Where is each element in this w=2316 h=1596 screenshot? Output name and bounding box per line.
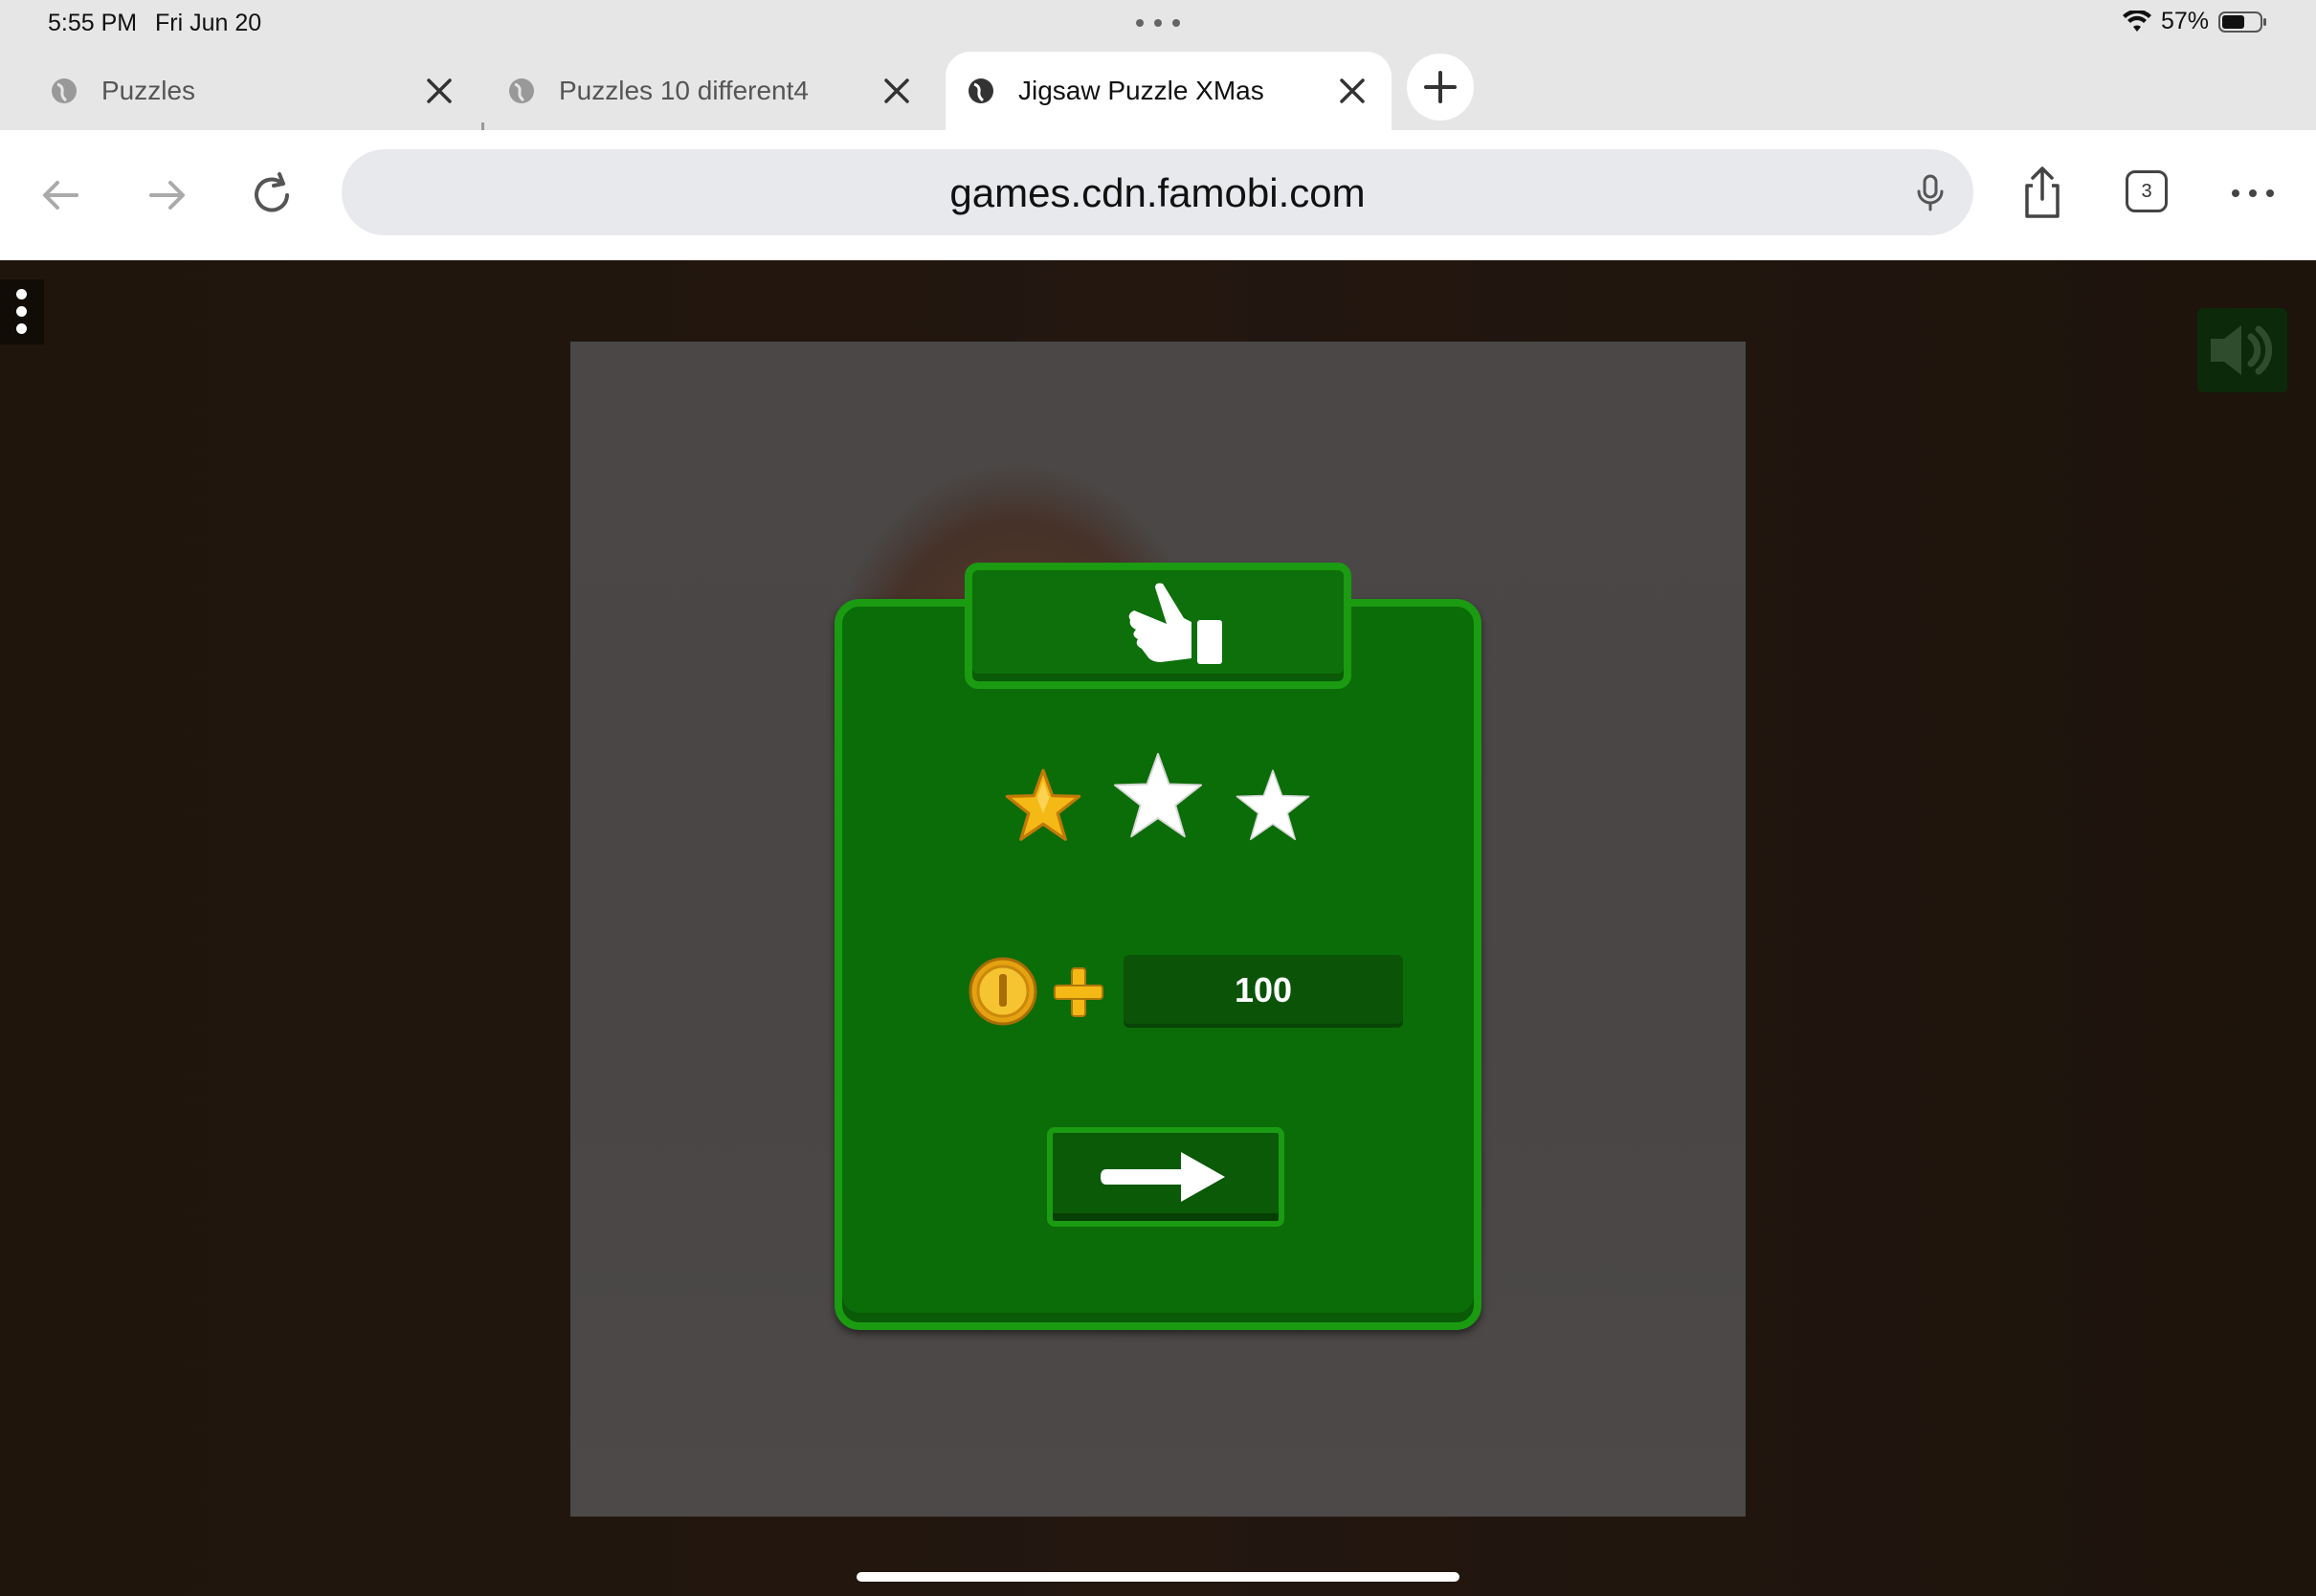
close-tab-icon[interactable] bbox=[419, 71, 459, 111]
battery-icon bbox=[2218, 11, 2266, 33]
url-text: games.cdn.famobi.com bbox=[949, 170, 1366, 215]
plus-icon bbox=[1424, 71, 1457, 103]
reload-icon[interactable] bbox=[245, 168, 299, 222]
status-time: 5:55 PM bbox=[48, 10, 138, 36]
microphone-icon[interactable] bbox=[1908, 170, 1952, 214]
tab-puzzles[interactable]: Puzzles bbox=[0, 52, 479, 130]
tab-jigsaw-puzzle-xmas[interactable]: Jigsaw Puzzle XMas bbox=[946, 52, 1392, 130]
reward-amount: 100 bbox=[1124, 955, 1403, 1028]
tab-title: Puzzles bbox=[101, 76, 196, 105]
star-empty-icon bbox=[1236, 769, 1310, 840]
status-indicators: 57% bbox=[2122, 8, 2268, 35]
plus-icon bbox=[1054, 967, 1103, 1017]
back-icon[interactable] bbox=[34, 168, 88, 222]
status-bar: 5:55 PM Fri Jun 20 57% bbox=[0, 0, 2316, 44]
game-menu-handle[interactable] bbox=[0, 279, 44, 344]
home-indicator[interactable] bbox=[857, 1572, 1459, 1582]
star-earned-icon bbox=[1005, 768, 1081, 841]
address-bar[interactable]: games.cdn.famobi.com bbox=[342, 149, 1973, 235]
tab-strip: Puzzles Puzzles 10 different4 Jigsaw Puz… bbox=[0, 52, 2316, 159]
close-tab-icon[interactable] bbox=[877, 71, 917, 111]
multitask-dots-icon[interactable] bbox=[1136, 19, 1180, 27]
level-complete-dialog: 100 bbox=[835, 563, 1481, 1330]
share-icon[interactable] bbox=[2012, 163, 2073, 224]
thumbs-up-icon bbox=[1128, 583, 1222, 664]
forward-icon[interactable] bbox=[140, 168, 193, 222]
coin-icon bbox=[969, 957, 1037, 1026]
globe-icon bbox=[969, 78, 993, 103]
dialog-body: 100 bbox=[835, 599, 1481, 1330]
status-date: Fri Jun 20 bbox=[155, 10, 262, 36]
tab-count-button[interactable]: 3 bbox=[2126, 170, 2168, 212]
sound-toggle-button[interactable] bbox=[2197, 308, 2287, 392]
more-options-icon[interactable] bbox=[2222, 163, 2283, 224]
reward-value: 100 bbox=[1234, 970, 1293, 1009]
dialog-header-tab bbox=[965, 563, 1351, 689]
new-tab-button[interactable] bbox=[1407, 54, 1474, 121]
wifi-icon bbox=[2122, 10, 2151, 32]
tab-title: Jigsaw Puzzle XMas bbox=[1018, 76, 1264, 105]
globe-icon bbox=[509, 78, 534, 103]
star-empty-icon bbox=[1113, 752, 1203, 838]
globe-icon bbox=[52, 78, 77, 103]
next-level-button[interactable] bbox=[1047, 1127, 1284, 1227]
tab-puzzles-10[interactable]: Puzzles 10 different4 bbox=[457, 52, 936, 130]
battery-percent: 57% bbox=[2160, 8, 2209, 34]
close-tab-icon[interactable] bbox=[1332, 71, 1372, 111]
browser-chrome: 5:55 PM Fri Jun 20 57% Puzzles Puzzles 1… bbox=[0, 0, 2316, 260]
browser-toolbar: games.cdn.famobi.com 3 bbox=[0, 130, 2316, 260]
tab-title: Puzzles 10 different4 bbox=[559, 76, 809, 105]
arrow-right-icon bbox=[1101, 1152, 1225, 1202]
speaker-icon bbox=[2211, 325, 2273, 375]
